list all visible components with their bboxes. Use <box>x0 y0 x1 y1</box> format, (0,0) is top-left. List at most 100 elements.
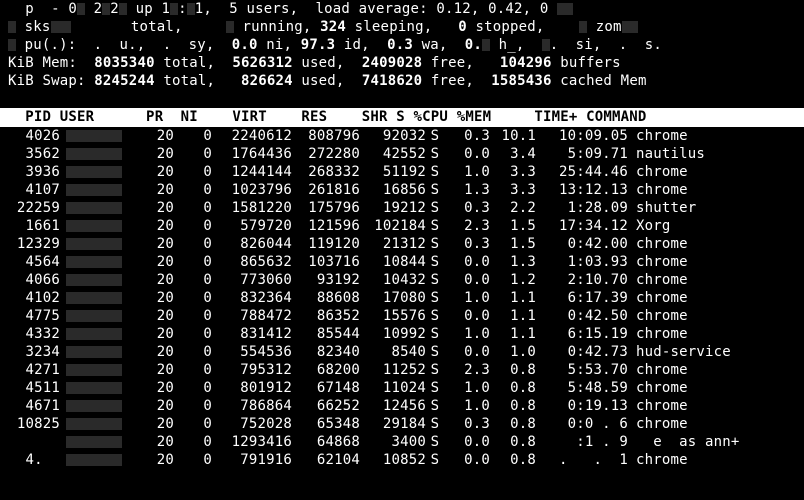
ni-cell: 0 <box>174 325 212 343</box>
virt-cell: 1581220 <box>212 199 292 217</box>
user-cell <box>60 307 136 325</box>
pid-cell: 4066 <box>8 271 60 289</box>
mem-cell: 1.1 <box>490 307 536 325</box>
cpu-row: pu(.): . u., . sy, 0.0 ni, 97.3 id, 0.3 … <box>8 36 796 54</box>
process-row: 1661200579720121596102184S2.31.517:34.12… <box>8 217 796 235</box>
user-cell <box>60 181 136 199</box>
user-cell <box>60 289 136 307</box>
pr-cell: 20 <box>136 217 174 235</box>
state-cell: S <box>426 253 444 271</box>
pr-cell: 20 <box>136 451 174 469</box>
shr-cell: 42552 <box>360 145 426 163</box>
mem-cell: 1.0 <box>490 343 536 361</box>
res-cell: 64868 <box>292 433 360 451</box>
shr-cell: 3400 <box>360 433 426 451</box>
cpu-cell: 0.3 <box>444 199 490 217</box>
cpu-cell: 1.3 <box>444 181 490 199</box>
process-row: 4107200102379626181616856S1.33.313:12.13… <box>8 181 796 199</box>
time-cell: 5:48.59 <box>536 379 628 397</box>
shr-cell: 10844 <box>360 253 426 271</box>
pr-cell: 20 <box>136 253 174 271</box>
user-cell <box>60 415 136 433</box>
pr-cell: 20 <box>136 181 174 199</box>
time-cell: 0:42.50 <box>536 307 628 325</box>
state-cell: S <box>426 397 444 415</box>
state-cell: S <box>426 127 444 145</box>
mem-cell: 1.1 <box>490 289 536 307</box>
user-cell <box>60 253 136 271</box>
user-cell <box>60 145 136 163</box>
res-cell: 272280 <box>292 145 360 163</box>
command-cell: e as ann+ <box>628 433 796 451</box>
swap-row: KiB Swap: 8245244 total, 826624 used, 74… <box>8 72 796 90</box>
mem-cell: 1.3 <box>490 253 536 271</box>
mem-cell: 1.5 <box>490 217 536 235</box>
command-cell: chrome <box>628 253 796 271</box>
process-row: 41022008323648860817080S1.01.16:17.39chr… <box>8 289 796 307</box>
pid-cell: 4332 <box>8 325 60 343</box>
pid-cell: 4271 <box>8 361 60 379</box>
time-cell: 13:12.13 <box>536 181 628 199</box>
shr-cell: 11024 <box>360 379 426 397</box>
user-cell <box>60 325 136 343</box>
mem-cell: 0.8 <box>490 433 536 451</box>
virt-cell: 795312 <box>212 361 292 379</box>
time-cell: 2:10.70 <box>536 271 628 289</box>
pid-cell: 4026 <box>8 127 60 145</box>
cpu-cell: 1.0 <box>444 397 490 415</box>
state-cell: S <box>426 379 444 397</box>
pr-cell: 20 <box>136 433 174 451</box>
user-cell <box>60 235 136 253</box>
uptime-row: p - 0 22 up 1:1, 5 users, load average: … <box>8 0 796 18</box>
command-cell: chrome <box>628 397 796 415</box>
mem-cell: 1.1 <box>490 325 536 343</box>
ni-cell: 0 <box>174 199 212 217</box>
shr-cell: 51192 <box>360 163 426 181</box>
cpu-cell: 0.3 <box>444 415 490 433</box>
command-cell: chrome <box>628 127 796 145</box>
user-cell <box>60 163 136 181</box>
blank-row <box>8 90 796 108</box>
virt-cell: 791916 <box>212 451 292 469</box>
pr-cell: 20 <box>136 235 174 253</box>
time-cell: 0:42.00 <box>536 235 628 253</box>
pid-cell: 10825 <box>8 415 60 433</box>
virt-cell: 826044 <box>212 235 292 253</box>
time-cell: :1 . 9 <box>536 433 628 451</box>
cpu-cell: 1.0 <box>444 163 490 181</box>
cpu-cell: 0.0 <box>444 343 490 361</box>
process-row: 42712007953126820011252S2.30.85:53.70chr… <box>8 361 796 379</box>
command-cell: chrome <box>628 451 796 469</box>
shr-cell: 10432 <box>360 271 426 289</box>
cpu-cell: 2.3 <box>444 217 490 235</box>
ni-cell: 0 <box>174 145 212 163</box>
pr-cell: 20 <box>136 343 174 361</box>
shr-cell: 21312 <box>360 235 426 253</box>
process-row: 4026200224061280879692032S0.310.110:09.0… <box>8 127 796 145</box>
pid-cell: 3562 <box>8 145 60 163</box>
process-row: 4. 2007919166210410852S0.00.8. . 1chrome <box>8 451 796 469</box>
user-cell <box>60 379 136 397</box>
pid-cell: 4. <box>8 451 60 469</box>
mem-cell: 2.2 <box>490 199 536 217</box>
virt-cell: 788472 <box>212 307 292 325</box>
virt-cell: 786864 <box>212 397 292 415</box>
res-cell: 82340 <box>292 343 360 361</box>
mem-cell: 10.1 <box>490 127 536 145</box>
state-cell: S <box>426 289 444 307</box>
user-cell <box>60 361 136 379</box>
pr-cell: 20 <box>136 397 174 415</box>
user-cell <box>60 343 136 361</box>
res-cell: 808796 <box>292 127 360 145</box>
command-cell: chrome <box>628 379 796 397</box>
shr-cell: 12456 <box>360 397 426 415</box>
cpu-cell: 1.0 <box>444 325 490 343</box>
pid-cell: 22259 <box>8 199 60 217</box>
ni-cell: 0 <box>174 415 212 433</box>
mem-cell: 0.8 <box>490 361 536 379</box>
state-cell: S <box>426 145 444 163</box>
state-cell: S <box>426 307 444 325</box>
time-cell: 1:28.09 <box>536 199 628 217</box>
mem-cell: 0.8 <box>490 397 536 415</box>
res-cell: 103716 <box>292 253 360 271</box>
